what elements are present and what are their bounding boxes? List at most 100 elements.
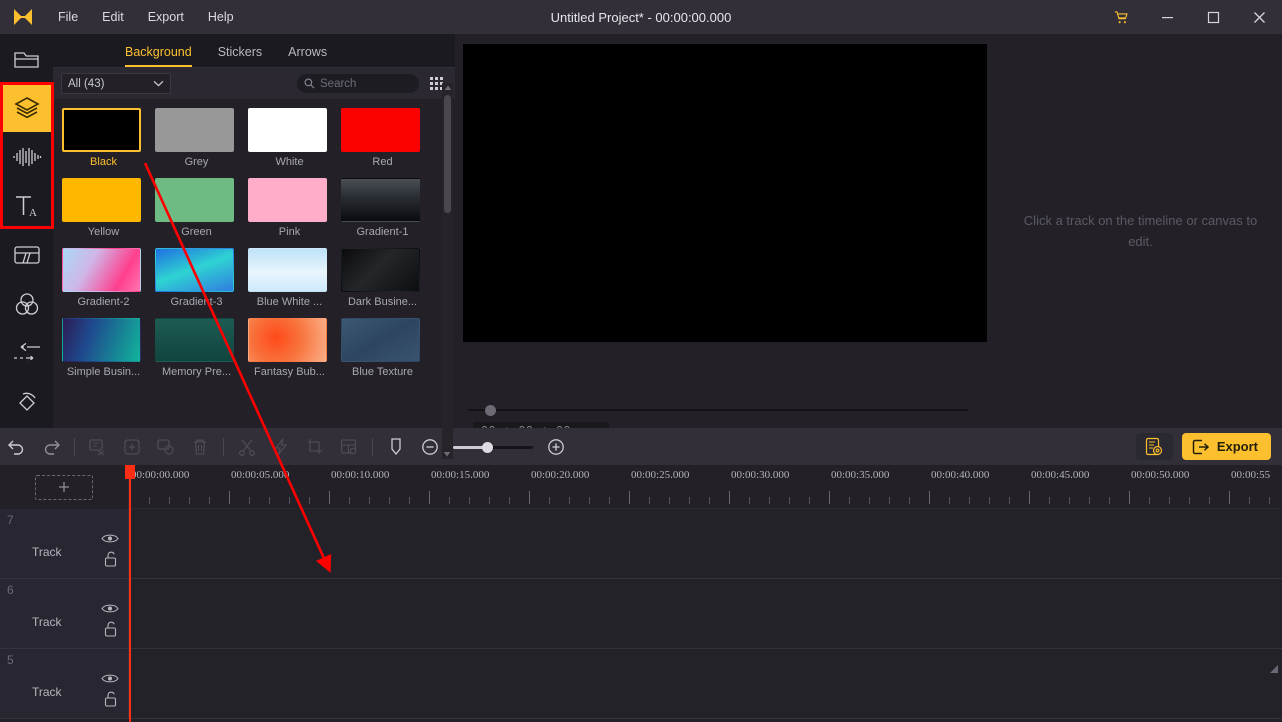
scroll-down-arrow-icon[interactable] xyxy=(443,449,451,459)
tab-arrows[interactable]: Arrows xyxy=(288,45,327,67)
eye-icon[interactable] xyxy=(101,533,119,544)
background-item-label: Dark Busine... xyxy=(347,296,418,308)
search-input[interactable] xyxy=(320,77,410,90)
split-clip-icon[interactable] xyxy=(81,428,115,465)
library-scrollbar[interactable] xyxy=(442,83,453,459)
add-track-button[interactable] xyxy=(35,474,93,500)
background-item[interactable]: Pink xyxy=(248,178,341,238)
unlocked-padlock-icon[interactable] xyxy=(103,621,118,637)
background-item[interactable]: Red xyxy=(341,108,434,168)
track-header[interactable]: 7 Track xyxy=(0,509,129,578)
background-item-label: Gradient-2 xyxy=(77,296,130,308)
background-item[interactable]: Grey xyxy=(155,108,248,168)
ruler-minor-tick xyxy=(1209,497,1210,504)
scroll-up-arrow-icon[interactable] xyxy=(442,83,453,93)
ruler-minor-tick xyxy=(949,497,950,504)
seek-knob[interactable] xyxy=(485,405,496,416)
timeline-scroll-corner[interactable] xyxy=(1269,664,1279,674)
ruler-minor-tick xyxy=(1189,497,1190,504)
ruler-minor-tick xyxy=(489,497,490,504)
menu-file[interactable]: File xyxy=(46,6,90,28)
marker-pin-icon[interactable] xyxy=(379,428,413,465)
trash-bin-icon[interactable] xyxy=(183,428,217,465)
background-item[interactable]: Blue White ... xyxy=(248,248,341,308)
copy-clip-icon[interactable] xyxy=(149,428,183,465)
background-thumbnail xyxy=(248,108,327,152)
project-settings-icon[interactable] xyxy=(1135,433,1173,460)
timeline-ruler[interactable]: 00:00:00.000 00:00:05.000 00:00:10.000 00:0… xyxy=(129,465,1282,509)
track-lane[interactable] xyxy=(129,509,1282,578)
background-item[interactable]: Blue Texture xyxy=(341,318,434,378)
background-item[interactable]: Gradient-1 xyxy=(341,178,434,238)
playhead-handle[interactable] xyxy=(125,465,135,479)
shopping-cart-icon[interactable] xyxy=(1098,0,1144,34)
lightning-bolt-icon[interactable] xyxy=(264,428,298,465)
track-lane[interactable] xyxy=(129,649,1282,718)
sidebar-item-split-screen[interactable] xyxy=(0,230,53,279)
background-item[interactable]: Memory Pre... xyxy=(155,318,248,378)
sidebar-item-audio[interactable] xyxy=(0,132,53,181)
background-thumbnail xyxy=(155,318,234,362)
background-item[interactable]: Gradient-3 xyxy=(155,248,248,308)
redo-arrow-icon[interactable] xyxy=(34,428,68,465)
ruler-major-tick xyxy=(929,491,930,504)
playhead[interactable] xyxy=(125,465,135,722)
zoom-in-plus-icon[interactable] xyxy=(539,428,573,465)
crop-frame-icon[interactable] xyxy=(298,428,332,465)
close-icon[interactable] xyxy=(1236,0,1282,34)
eye-icon[interactable] xyxy=(101,673,119,684)
menu-export[interactable]: Export xyxy=(136,6,196,28)
background-item[interactable]: White xyxy=(248,108,341,168)
eye-icon[interactable] xyxy=(101,603,119,614)
ruler-major-tick xyxy=(1129,491,1130,504)
background-item[interactable]: Black xyxy=(62,108,155,168)
seek-track xyxy=(468,409,968,411)
menu-help[interactable]: Help xyxy=(196,6,246,28)
timeline-zoom-slider[interactable] xyxy=(453,440,533,454)
background-item[interactable]: Fantasy Bub... xyxy=(248,318,341,378)
background-item[interactable]: Simple Busin... xyxy=(62,318,155,378)
export-button[interactable]: Export xyxy=(1181,433,1271,460)
mosaic-blocks-icon[interactable] xyxy=(332,428,366,465)
text-ta-icon: A xyxy=(15,195,37,219)
undo-arrow-icon[interactable] xyxy=(0,428,34,465)
minimize-icon[interactable] xyxy=(1144,0,1190,34)
sidebar-item-transitions[interactable] xyxy=(0,328,53,377)
scissors-icon[interactable] xyxy=(230,428,264,465)
menu-edit[interactable]: Edit xyxy=(90,6,136,28)
scrollbar-thumb[interactable] xyxy=(444,95,451,213)
background-item[interactable]: Yellow xyxy=(62,178,155,238)
ruler-minor-tick xyxy=(209,497,210,504)
sidebar-item-media-library[interactable] xyxy=(0,34,53,83)
track-header[interactable]: 5 Track xyxy=(0,649,129,718)
category-select[interactable]: All (43) xyxy=(61,73,171,94)
ruler-minor-tick xyxy=(189,497,190,504)
maximize-icon[interactable] xyxy=(1190,0,1236,34)
sidebar-item-text[interactable]: A xyxy=(0,181,53,230)
tab-background[interactable]: Background xyxy=(125,45,192,67)
background-thumbnail xyxy=(341,108,420,152)
add-plus-box-icon[interactable] xyxy=(115,428,149,465)
unlocked-padlock-icon[interactable] xyxy=(103,691,118,707)
sidebar-item-effects[interactable] xyxy=(0,377,53,426)
background-item-label: Grey xyxy=(184,156,209,168)
preview-canvas[interactable] xyxy=(463,44,987,342)
background-item-label: Green xyxy=(181,226,212,238)
track-header[interactable]: 6 Track xyxy=(0,579,129,648)
background-item[interactable]: Green xyxy=(155,178,248,238)
search-box[interactable] xyxy=(297,74,419,93)
tab-stickers[interactable]: Stickers xyxy=(218,45,262,67)
unlocked-padlock-icon[interactable] xyxy=(103,551,118,567)
toolbar-divider xyxy=(74,437,75,456)
track-lane[interactable] xyxy=(129,579,1282,648)
ruler-minor-tick xyxy=(669,497,670,504)
background-item[interactable]: Dark Busine... xyxy=(341,248,434,308)
category-select-value: All (43) xyxy=(68,77,105,90)
left-tool-rail: A xyxy=(0,34,53,428)
zoom-slider-knob[interactable] xyxy=(482,441,493,453)
sidebar-item-stickers-overlays[interactable] xyxy=(0,83,53,132)
background-item[interactable]: Gradient-2 xyxy=(62,248,155,308)
color-circles-icon xyxy=(15,292,38,315)
sidebar-item-filters[interactable] xyxy=(0,279,53,328)
preview-seek-slider[interactable] xyxy=(468,405,968,416)
